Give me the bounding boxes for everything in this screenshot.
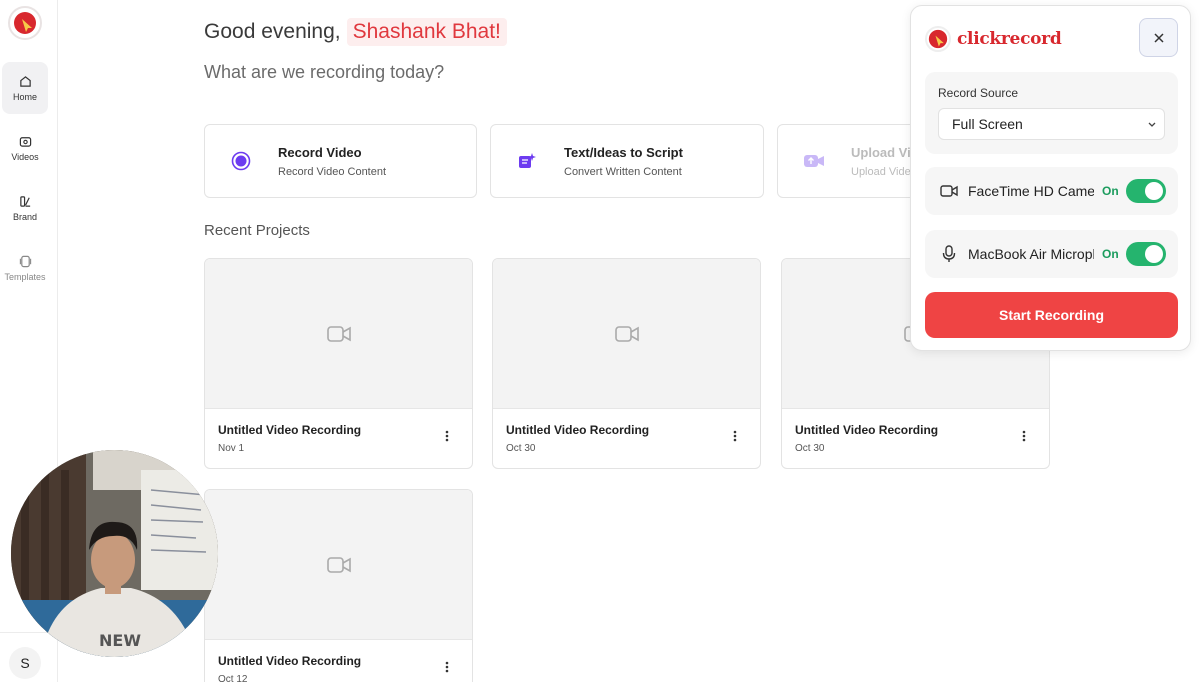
- record-source-value: Full Screen: [952, 116, 1023, 132]
- close-button[interactable]: [1139, 18, 1178, 57]
- sidebar-item-brand[interactable]: Brand: [2, 182, 48, 234]
- record-source-label: Record Source: [938, 86, 1019, 100]
- project-title: Untitled Video Recording: [218, 654, 362, 668]
- more-options-icon[interactable]: [440, 427, 454, 445]
- brand-name: clickrecord: [957, 29, 1062, 49]
- more-options-icon[interactable]: [1017, 427, 1031, 445]
- upload-video-card[interactable]: Upload Vid Upload Video: [777, 124, 917, 198]
- video-camera-icon: [326, 325, 351, 342]
- recent-projects-heading: Recent Projects: [204, 222, 310, 239]
- svg-text:NEW: NEW: [99, 631, 141, 650]
- project-title: Untitled Video Recording: [795, 423, 939, 437]
- microphone-toggle[interactable]: [1125, 242, 1166, 266]
- project-thumbnail: [205, 490, 472, 640]
- close-icon: [1153, 32, 1164, 43]
- upload-video-icon: [803, 150, 825, 172]
- more-options-icon[interactable]: [440, 658, 454, 676]
- sidebar-item-label: Videos: [11, 152, 39, 162]
- record-icon: [230, 150, 252, 172]
- microphone-device-name: MacBook Air Microphone: [968, 246, 1094, 262]
- sidebar-item-templates[interactable]: Templates: [2, 242, 48, 294]
- record-video-card[interactable]: Record Video Record Video Content: [204, 124, 477, 198]
- project-title: Untitled Video Recording: [218, 423, 362, 437]
- toggle-knob: [1144, 245, 1163, 263]
- greeting-text: Good evening,: [204, 20, 341, 43]
- project-date: Oct 30: [506, 443, 536, 454]
- project-card[interactable]: Untitled Video Recording Oct 30: [492, 258, 761, 469]
- sidebar-item-label: Templates: [4, 272, 46, 282]
- clickrecord-logo-icon: [925, 26, 951, 52]
- camera-toggle[interactable]: [1125, 179, 1166, 203]
- project-thumbnail: [493, 259, 760, 409]
- greeting: Good evening, Shashank Bhat!: [204, 18, 507, 46]
- camera-status: On: [1102, 184, 1119, 198]
- page-subtitle: What are we recording today?: [204, 62, 445, 82]
- project-thumbnail: [205, 259, 472, 409]
- video-camera-icon: [614, 325, 639, 342]
- card-subtitle: Convert Written Content: [564, 165, 682, 178]
- user-name: Shashank Bhat!: [346, 18, 507, 46]
- toggle-knob: [1144, 182, 1163, 200]
- project-date: Oct 30: [795, 443, 825, 454]
- card-subtitle: Upload Video: [851, 165, 917, 178]
- home-icon: [18, 74, 32, 88]
- start-recording-button[interactable]: Start Recording: [925, 292, 1178, 338]
- microphone-icon: [939, 244, 959, 264]
- more-options-icon[interactable]: [728, 427, 742, 445]
- camera-panel: FaceTime HD Camera On: [925, 167, 1178, 215]
- webcam-feed-image: NEW: [11, 450, 218, 657]
- brand-icon: [18, 194, 32, 208]
- sidebar-footer: S: [0, 632, 58, 682]
- card-subtitle: Record Video Content: [278, 165, 387, 178]
- video-camera-icon: [326, 556, 351, 573]
- chevron-down-icon: [1148, 122, 1156, 127]
- webcam-preview[interactable]: NEW: [11, 450, 218, 657]
- microphone-status: On: [1102, 247, 1119, 261]
- project-date: Oct 12: [218, 674, 248, 682]
- card-title: Upload Vid: [851, 144, 917, 160]
- avatar[interactable]: S: [9, 647, 41, 679]
- recorder-popup: clickrecord Record Source Full Screen Fa…: [910, 5, 1191, 351]
- sidebar-item-label: Brand: [12, 212, 38, 222]
- sidebar-item-label: Home: [12, 92, 37, 102]
- video-icon: [18, 134, 32, 148]
- project-title: Untitled Video Recording: [506, 423, 650, 437]
- card-title: Text/Ideas to Script: [564, 144, 683, 160]
- clickrecord-logo-icon: [14, 12, 36, 34]
- microphone-panel: MacBook Air Microphone On: [925, 230, 1178, 278]
- script-icon: [516, 150, 538, 172]
- camera-icon: [939, 181, 959, 201]
- brand: clickrecord: [925, 26, 1062, 52]
- record-source-select[interactable]: Full Screen: [938, 108, 1165, 140]
- card-title: Record Video: [278, 144, 362, 160]
- text-to-script-card[interactable]: Text/Ideas to Script Convert Written Con…: [490, 124, 764, 198]
- project-card[interactable]: Untitled Video Recording Nov 1: [204, 258, 473, 469]
- project-card[interactable]: Untitled Video Recording Oct 12: [204, 489, 473, 682]
- templates-icon: [18, 254, 32, 268]
- record-source-panel: Record Source Full Screen: [925, 72, 1178, 154]
- camera-device-name: FaceTime HD Camera: [968, 183, 1094, 199]
- sidebar-item-home[interactable]: Home: [2, 62, 48, 114]
- app-logo[interactable]: [8, 6, 42, 40]
- project-date: Nov 1: [218, 443, 245, 454]
- sidebar-item-videos[interactable]: Videos: [2, 122, 48, 174]
